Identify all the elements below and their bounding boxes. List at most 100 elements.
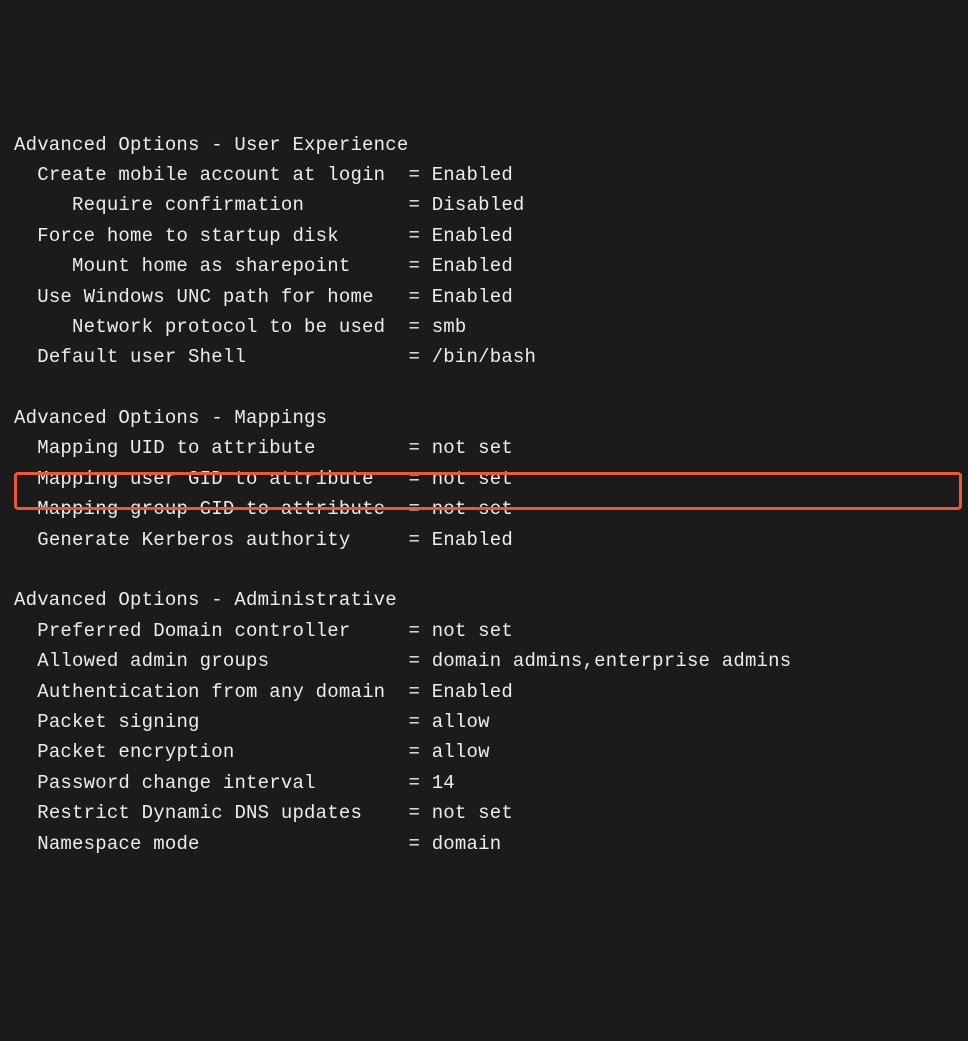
row-value: not set	[432, 802, 513, 824]
config-row: Mapping user GID to attribute = not set	[14, 464, 968, 494]
row-label: Preferred Domain controller	[37, 620, 408, 642]
row-label: Require confirmation	[72, 194, 408, 216]
row-indent	[14, 833, 37, 855]
section-header: Advanced Options - User Experience	[14, 130, 968, 160]
row-label: Create mobile account at login	[37, 164, 408, 186]
row-label: Mount home as sharepoint	[72, 255, 408, 277]
config-row: Use Windows UNC path for home = Enabled	[14, 282, 968, 312]
row-equals: =	[408, 437, 431, 459]
config-row: Mount home as sharepoint = Enabled	[14, 251, 968, 281]
row-equals: =	[408, 468, 431, 490]
row-indent	[14, 255, 72, 277]
row-equals: =	[408, 802, 431, 824]
row-indent	[14, 498, 37, 520]
config-row: Password change interval = 14	[14, 768, 968, 798]
row-indent	[14, 468, 37, 490]
row-indent	[14, 802, 37, 824]
row-value: 14	[432, 772, 455, 794]
config-row: Force home to startup disk = Enabled	[14, 221, 968, 251]
config-row: Generate Kerberos authority = Enabled	[14, 525, 968, 555]
row-value: domain	[432, 833, 502, 855]
config-row: Restrict Dynamic DNS updates = not set	[14, 798, 968, 828]
row-value: Enabled	[432, 225, 513, 247]
row-equals: =	[408, 741, 431, 763]
row-value: Enabled	[432, 164, 513, 186]
row-value: Enabled	[432, 286, 513, 308]
row-indent	[14, 316, 72, 338]
row-indent	[14, 164, 37, 186]
row-indent	[14, 620, 37, 642]
row-value: Enabled	[432, 255, 513, 277]
row-label: Packet signing	[37, 711, 408, 733]
row-label: Mapping user GID to attribute	[37, 468, 408, 490]
blank-line	[14, 555, 968, 585]
row-label: Allowed admin groups	[37, 650, 408, 672]
row-label: Network protocol to be used	[72, 316, 408, 338]
row-value: allow	[432, 711, 490, 733]
row-equals: =	[408, 620, 431, 642]
row-value: Enabled	[432, 681, 513, 703]
row-equals: =	[408, 498, 431, 520]
row-indent	[14, 681, 37, 703]
row-value: domain admins,enterprise admins	[432, 650, 792, 672]
row-equals: =	[408, 772, 431, 794]
row-value: not set	[432, 620, 513, 642]
row-equals: =	[408, 225, 431, 247]
row-label: Password change interval	[37, 772, 408, 794]
config-row: Allowed admin groups = domain admins,ent…	[14, 646, 968, 676]
section-header: Advanced Options - Administrative	[14, 585, 968, 615]
row-equals: =	[408, 316, 431, 338]
row-equals: =	[408, 255, 431, 277]
row-equals: =	[408, 194, 431, 216]
row-indent	[14, 194, 72, 216]
row-indent	[14, 346, 37, 368]
row-value: Disabled	[432, 194, 525, 216]
config-row: Preferred Domain controller = not set	[14, 616, 968, 646]
row-value: Enabled	[432, 529, 513, 551]
section-header: Advanced Options - Mappings	[14, 403, 968, 433]
config-row: Default user Shell = /bin/bash	[14, 342, 968, 372]
row-equals: =	[408, 711, 431, 733]
row-indent	[14, 225, 37, 247]
row-label: Mapping group GID to attribute	[37, 498, 408, 520]
row-value: not set	[432, 468, 513, 490]
row-equals: =	[408, 833, 431, 855]
row-equals: =	[408, 650, 431, 672]
row-equals: =	[408, 346, 431, 368]
row-label: Generate Kerberos authority	[37, 529, 408, 551]
row-label: Use Windows UNC path for home	[37, 286, 408, 308]
row-value: allow	[432, 741, 490, 763]
row-value: smb	[432, 316, 467, 338]
row-value: not set	[432, 437, 513, 459]
terminal-output: Advanced Options - User Experience Creat…	[14, 130, 968, 859]
row-indent	[14, 650, 37, 672]
row-label: Restrict Dynamic DNS updates	[37, 802, 408, 824]
row-indent	[14, 711, 37, 733]
row-value: not set	[432, 498, 513, 520]
config-row: Authentication from any domain = Enabled	[14, 677, 968, 707]
row-label: Packet encryption	[37, 741, 408, 763]
config-row: Packet signing = allow	[14, 707, 968, 737]
row-equals: =	[408, 286, 431, 308]
row-equals: =	[408, 681, 431, 703]
row-indent	[14, 437, 37, 459]
row-label: Mapping UID to attribute	[37, 437, 408, 459]
config-row: Mapping group GID to attribute = not set	[14, 494, 968, 524]
row-indent	[14, 772, 37, 794]
row-equals: =	[408, 529, 431, 551]
row-equals: =	[408, 164, 431, 186]
row-label: Authentication from any domain	[37, 681, 408, 703]
row-value: /bin/bash	[432, 346, 536, 368]
row-indent	[14, 529, 37, 551]
config-row: Network protocol to be used = smb	[14, 312, 968, 342]
row-indent	[14, 286, 37, 308]
row-label: Force home to startup disk	[37, 225, 408, 247]
row-indent	[14, 741, 37, 763]
config-row: Create mobile account at login = Enabled	[14, 160, 968, 190]
config-row: Require confirmation = Disabled	[14, 190, 968, 220]
config-row: Packet encryption = allow	[14, 737, 968, 767]
row-label: Namespace mode	[37, 833, 408, 855]
row-label: Default user Shell	[37, 346, 408, 368]
config-row: Mapping UID to attribute = not set	[14, 433, 968, 463]
blank-line	[14, 373, 968, 403]
